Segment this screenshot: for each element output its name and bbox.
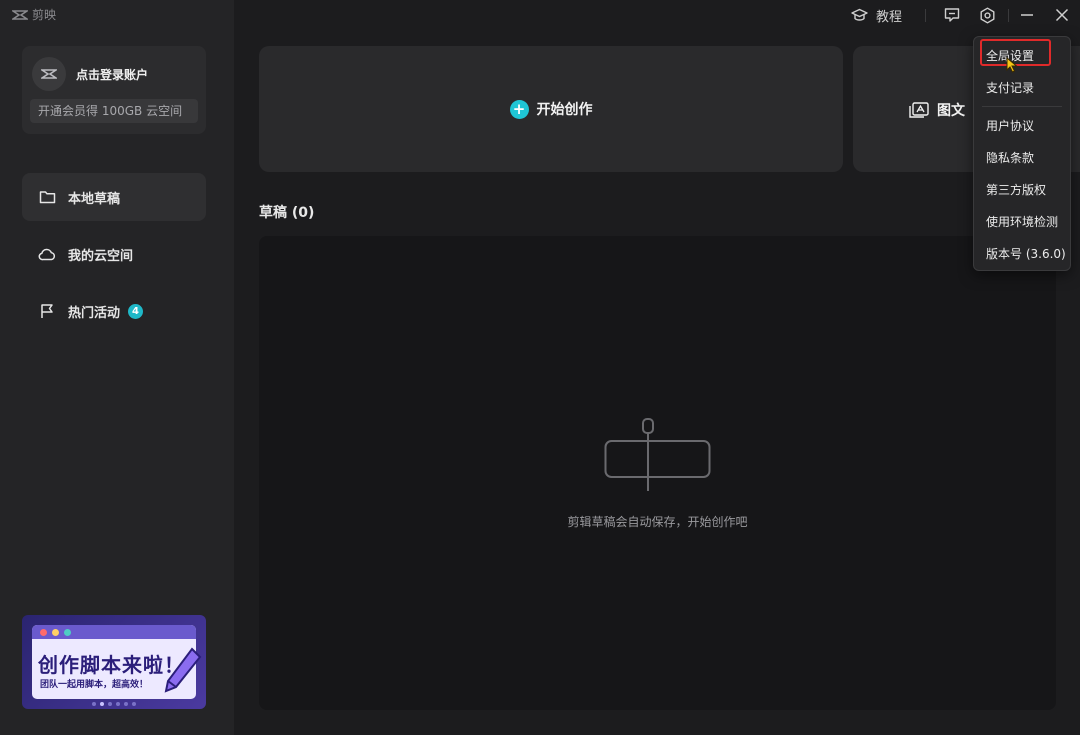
sidebar: 剪映 点击登录账户 开通会员得 100GB 云空间 本地草稿 我的云空间 热门活… xyxy=(0,0,234,735)
flag-icon xyxy=(38,302,56,320)
pager-dot-active[interactable] xyxy=(100,702,104,706)
member-promo-button[interactable]: 开通会员得 100GB 云空间 xyxy=(30,99,198,123)
menu-item-third-party-copyright[interactable]: 第三方版权 xyxy=(986,181,1046,198)
empty-drafts-message: 剪辑草稿会自动保存，开始创作吧 xyxy=(567,515,748,529)
menu-item-user-agreement[interactable]: 用户协议 xyxy=(986,117,1034,134)
capcut-logo-icon xyxy=(12,9,28,20)
start-creation-card[interactable]: + 开始创作 xyxy=(259,46,843,172)
avatar[interactable] xyxy=(32,57,66,91)
tutorial-button[interactable]: 教程 xyxy=(851,4,902,26)
capcut-avatar-icon xyxy=(41,69,57,79)
pager-dot[interactable] xyxy=(108,702,112,706)
menu-item-environment-check[interactable]: 使用环境检测 xyxy=(986,213,1058,230)
image-text-label: 图文 xyxy=(937,103,965,119)
sidebar-item-label: 本地草稿 xyxy=(68,191,121,207)
notification-badge: 4 xyxy=(128,303,144,319)
window-dot-yellow xyxy=(52,629,59,636)
settings-button[interactable] xyxy=(979,4,996,26)
app-brand: 剪映 xyxy=(12,6,56,23)
pager-dot[interactable] xyxy=(132,702,136,706)
pager-dot[interactable] xyxy=(116,702,120,706)
plus-icon: + xyxy=(509,99,529,119)
topbar-divider xyxy=(1008,9,1009,22)
close-icon xyxy=(1055,8,1069,22)
start-creation-label: 开始创作 xyxy=(536,102,593,118)
menu-item-privacy-terms[interactable]: 隐私条款 xyxy=(986,149,1034,166)
promo-banner[interactable]: 创作脚本来啦！ 团队一起用脚本，超高效！ xyxy=(22,615,206,709)
drafts-area: 剪辑草稿会自动保存，开始创作吧 xyxy=(259,236,1056,710)
sidebar-item-local-drafts[interactable]: 本地草稿 xyxy=(22,173,206,221)
empty-timeline-icon xyxy=(604,418,711,491)
menu-item-version: 版本号 (3.6.0) xyxy=(986,247,1066,261)
feedback-button[interactable] xyxy=(944,4,960,26)
gear-icon xyxy=(980,7,995,23)
login-link[interactable]: 点击登录账户 xyxy=(76,66,148,83)
pager-dot[interactable] xyxy=(92,702,96,706)
graduation-cap-icon xyxy=(851,8,868,21)
close-button[interactable] xyxy=(1055,4,1069,26)
app-name: 剪映 xyxy=(32,8,57,22)
settings-dropdown-menu: 全局设置 支付记录 用户协议 隐私条款 第三方版权 使用环境检测 版本号 (3.… xyxy=(973,36,1071,271)
image-text-button[interactable]: 图文 xyxy=(909,100,965,120)
sidebar-item-label: 我的云空间 xyxy=(68,248,134,264)
window-dot-red xyxy=(40,629,47,636)
minimize-icon xyxy=(1021,14,1033,16)
start-creation-button[interactable]: + 开始创作 xyxy=(509,99,593,119)
window-dot-teal xyxy=(64,629,71,636)
image-text-icon xyxy=(909,102,929,118)
menu-divider xyxy=(982,106,1062,107)
banner-pager[interactable] xyxy=(22,702,206,706)
sidebar-item-cloud-space[interactable]: 我的云空间 xyxy=(22,230,206,278)
sidebar-item-hot-events[interactable]: 热门活动 4 xyxy=(22,287,206,335)
tutorial-label: 教程 xyxy=(876,9,903,25)
cloud-icon xyxy=(38,245,56,263)
pager-dot[interactable] xyxy=(124,702,128,706)
mouse-cursor-icon xyxy=(1006,57,1018,73)
pencil-icon xyxy=(164,647,202,693)
feedback-icon xyxy=(944,8,960,22)
account-card[interactable]: 点击登录账户 开通会员得 100GB 云空间 xyxy=(22,46,206,134)
menu-item-payment-records[interactable]: 支付记录 xyxy=(986,79,1034,96)
topbar-divider xyxy=(925,9,926,22)
banner-window-bar xyxy=(32,625,196,639)
banner-subtitle: 团队一起用脚本，超高效！ xyxy=(40,680,149,690)
drafts-section-title: 草稿 (0) xyxy=(259,205,315,221)
folder-icon xyxy=(38,188,56,206)
minimize-button[interactable] xyxy=(1020,4,1034,26)
sidebar-item-label: 热门活动 xyxy=(68,305,121,321)
